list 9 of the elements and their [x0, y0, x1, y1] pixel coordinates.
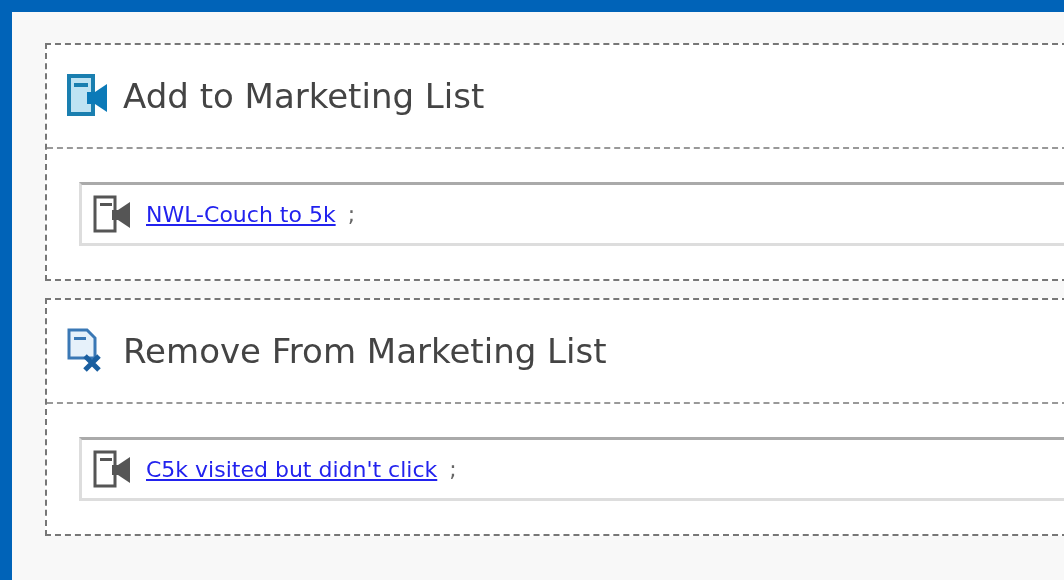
lookup-field[interactable]: NWL-Couch to 5k ;	[79, 182, 1064, 246]
lookup-field[interactable]: C5k visited but didn't click ;	[79, 437, 1064, 501]
marketing-list-link[interactable]: C5k visited but didn't click	[146, 452, 438, 486]
separator-text: ;	[449, 455, 457, 484]
section-title: Remove From Marketing List	[123, 329, 607, 373]
section-title: Add to Marketing List	[123, 74, 485, 118]
list-add-icon	[65, 74, 109, 118]
marketing-list-link[interactable]: NWL-Couch to 5k	[146, 197, 336, 231]
separator-text: ;	[347, 200, 356, 229]
